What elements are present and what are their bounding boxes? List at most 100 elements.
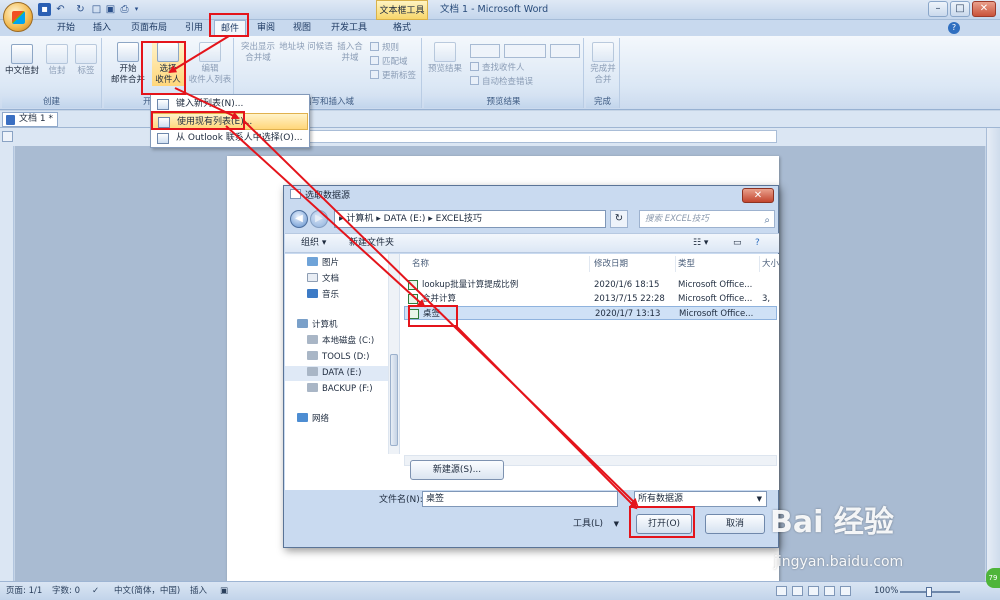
maximize-button[interactable]: □ <box>950 1 970 17</box>
dialog-close-button[interactable]: ✕ <box>742 188 774 203</box>
preview-pane-icon[interactable]: ▭ <box>733 234 742 252</box>
update-labels-button[interactable]: 更新标签 <box>370 70 416 83</box>
forward-arrow-icon[interactable]: ▶ <box>310 210 328 228</box>
status-page[interactable]: 页面: 1/1 <box>6 582 42 600</box>
nav-item-computer[interactable]: 计算机 <box>285 318 388 333</box>
column-header-type[interactable]: 类型 <box>678 256 760 272</box>
outline-view-icon[interactable] <box>824 586 835 596</box>
new-doc-icon[interactable]: □ <box>90 3 103 16</box>
print-layout-icon[interactable] <box>776 586 787 596</box>
dialog-app-icon <box>290 189 301 199</box>
tab-home[interactable]: 开始 <box>50 20 82 36</box>
nav-item-drive-c[interactable]: 本地磁盘 (C:) <box>285 334 388 349</box>
dialog-title: 选取数据源 <box>290 189 350 203</box>
tools-menu-button[interactable]: 工具(L) ▼ <box>573 516 623 532</box>
help-icon[interactable]: ? <box>948 22 960 34</box>
nav-item-drive-d[interactable]: TOOLS (D:) <box>285 350 388 365</box>
status-insert-mode[interactable]: 插入 <box>190 582 207 600</box>
qat-customize-icon[interactable]: ▾ <box>130 3 143 16</box>
redo-icon[interactable]: ↻ <box>74 3 87 16</box>
labels-button[interactable]: 标签 <box>72 44 100 77</box>
column-header-size[interactable]: 大小 <box>762 256 780 272</box>
new-source-button[interactable]: 新建源(S)... <box>410 460 504 480</box>
macro-record-icon[interactable]: ▣ <box>220 582 228 600</box>
organize-button[interactable]: 组织 ▾ <box>301 234 326 252</box>
nav-scroll-thumb[interactable] <box>390 354 398 446</box>
view-options-icon[interactable]: ☷ ▾ <box>693 234 708 252</box>
nav-item-drive-f[interactable]: BACKUP (F:) <box>285 382 388 397</box>
record-next-last[interactable] <box>550 44 580 58</box>
annotation-box-open-button <box>629 506 695 538</box>
tab-view[interactable]: 视图 <box>286 20 318 36</box>
undo-icon[interactable]: ↶ <box>54 3 67 16</box>
close-button[interactable]: ✕ <box>972 1 996 17</box>
status-words[interactable]: 字数: 0 <box>52 582 80 600</box>
chinese-envelope-button[interactable]: 中文信封 <box>4 44 40 77</box>
office-button[interactable] <box>3 2 33 32</box>
print-preview-icon[interactable]: ▣ <box>104 3 117 16</box>
tab-selector-icon[interactable] <box>2 131 13 142</box>
watermark-main-text: Bai 经验 <box>770 505 894 540</box>
filename-input[interactable]: 桌签 <box>422 491 618 507</box>
tab-page-layout[interactable]: 页面布局 <box>124 20 174 36</box>
save-icon[interactable]: ▪ <box>38 3 51 16</box>
preview-icon <box>434 42 456 62</box>
address-block-button[interactable]: 地址块 <box>278 42 306 53</box>
nav-scrollbar[interactable] <box>388 254 399 454</box>
baidu-watermark: Bai 经验 jingyan.baidu.com <box>770 505 995 580</box>
draft-view-icon[interactable] <box>840 586 851 596</box>
file-row-selected[interactable]: 桌签 2020/1/7 13:13 Microsoft Office... <box>404 306 777 320</box>
tab-insert[interactable]: 插入 <box>86 20 118 36</box>
insert-merge-field-button[interactable]: 插入合并域 <box>334 42 366 64</box>
tab-format[interactable]: 格式 <box>386 20 418 36</box>
vertical-ruler[interactable] <box>0 146 14 581</box>
cancel-button[interactable]: 取消 <box>705 514 765 534</box>
file-row[interactable]: 合并计算 2013/7/15 22:28 Microsoft Office...… <box>404 292 777 306</box>
find-recipient-button[interactable]: 查找收件人 <box>470 62 525 75</box>
record-number-input[interactable] <box>504 44 546 58</box>
tab-references[interactable]: 引用 <box>178 20 210 36</box>
search-input[interactable]: 搜索 EXCEL技巧 ⌕ <box>639 210 775 228</box>
file-type-select[interactable]: 所有数据源 ▼ <box>634 491 767 507</box>
envelope-button[interactable]: 信封 <box>42 44 72 77</box>
tab-review[interactable]: 审阅 <box>250 20 282 36</box>
match-fields-button[interactable]: 匹配域 <box>370 56 408 69</box>
ribbon-tab-bar: 开始 插入 页面布局 引用 邮件 审阅 视图 开发工具 格式 <box>0 20 1000 36</box>
nav-item-drive-e[interactable]: DATA (E:) <box>285 366 388 381</box>
new-folder-button[interactable]: 新建文件夹 <box>349 234 394 252</box>
file-row[interactable]: lookup批量计算提成比例 2020/1/6 18:15 Microsoft … <box>404 278 777 292</box>
document-tab[interactable]: 文档 1 * <box>2 112 58 127</box>
nav-item-documents[interactable]: 文档 <box>285 272 388 287</box>
zoom-slider-thumb[interactable] <box>926 587 932 597</box>
zoom-level[interactable]: 100% <box>874 582 898 600</box>
tab-developer[interactable]: 开发工具 <box>324 20 374 36</box>
status-language[interactable]: 中文(简体，中国) <box>114 582 180 600</box>
rules-button[interactable]: 规则 <box>370 42 399 55</box>
watermark-url: jingyan.baidu.com <box>774 554 904 570</box>
office-logo-icon <box>12 11 25 24</box>
minimize-button[interactable]: – <box>928 1 948 17</box>
full-screen-reading-icon[interactable] <box>792 586 803 596</box>
picture-icon <box>307 257 318 266</box>
edit-recipient-list-button[interactable]: 编辑 收件人列表 <box>188 42 232 86</box>
nav-item-network[interactable]: 网络 <box>285 412 388 427</box>
menu-item-outlook-contacts[interactable]: 从 Outlook 联系人中选择(O)... <box>152 130 308 147</box>
finish-merge-button[interactable]: 完成并 合并 <box>587 42 619 86</box>
nav-item-music[interactable]: 音乐 <box>285 288 388 303</box>
auto-check-errors-button[interactable]: 自动检查错误 <box>470 76 533 89</box>
music-icon <box>307 289 318 298</box>
refresh-icon[interactable]: ↻ <box>610 210 628 228</box>
address-bar[interactable]: ▸ 计算机 ▸ DATA (E:) ▸ EXCEL技巧 <box>334 210 606 228</box>
help-icon[interactable]: ? <box>755 234 760 252</box>
highlight-fields-button[interactable]: 突出显示合并域 <box>238 42 278 64</box>
nav-item-pictures[interactable]: 图片 <box>285 256 388 271</box>
column-header-name[interactable]: 名称 <box>412 256 590 272</box>
web-layout-icon[interactable] <box>808 586 819 596</box>
back-arrow-icon[interactable]: ◀ <box>290 210 308 228</box>
record-first-prev[interactable] <box>470 44 500 58</box>
update-labels-icon <box>370 70 379 79</box>
spellcheck-icon[interactable]: ✓ <box>92 582 99 600</box>
greeting-line-button[interactable]: 问候语 <box>306 42 334 53</box>
column-header-date[interactable]: 修改日期 <box>594 256 676 272</box>
preview-results-button[interactable]: 预览结果 <box>426 42 464 75</box>
